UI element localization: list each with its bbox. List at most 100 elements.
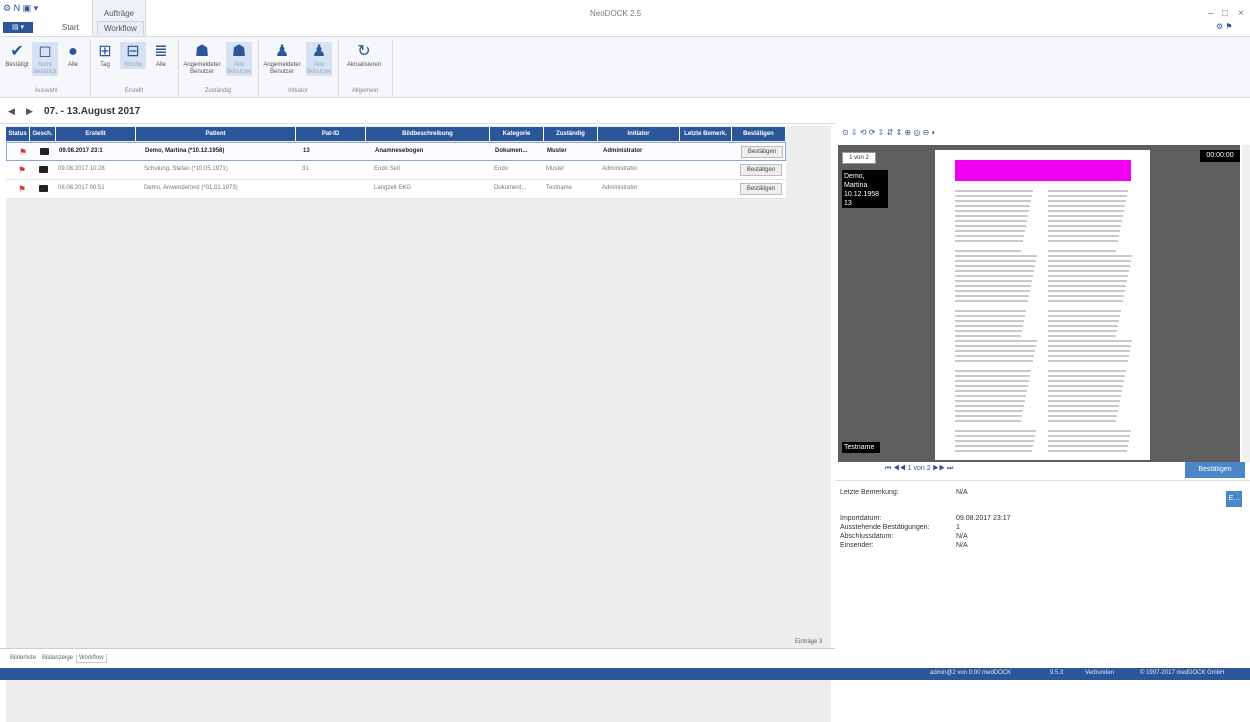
document-text-line: [1048, 290, 1125, 292]
confirm-button[interactable]: Bestätigen: [740, 164, 782, 176]
previous-week-icon[interactable]: ◀: [8, 106, 15, 117]
minimize-button[interactable]: –: [1208, 8, 1214, 19]
document-text-line: [1048, 450, 1127, 452]
close-button[interactable]: ×: [1238, 8, 1244, 19]
document-text-line: [1048, 405, 1119, 407]
bottom-tab-bar: [0, 648, 835, 670]
document-text-line: [1048, 295, 1124, 297]
check-stamp-icon: ✔: [10, 43, 24, 60]
document-text-line: [1048, 260, 1131, 262]
document-text-line: [955, 390, 1027, 392]
column-header-bildbeschreibung[interactable]: Bildbeschreibung: [366, 127, 490, 141]
initiator-logged-user-button[interactable]: ♟ Angemeldeter Benutzer: [262, 42, 302, 76]
document-text-line: [1048, 395, 1121, 397]
document-text-line: [1048, 250, 1116, 252]
document-text-line: [955, 435, 1035, 437]
group-separator: [392, 40, 393, 96]
column-header-pat-id[interactable]: Pat-ID: [296, 127, 366, 141]
document-text-line: [955, 450, 1032, 452]
document-text-line: [1048, 350, 1130, 352]
filter-all-stamp-button[interactable]: ● Alle: [60, 42, 86, 69]
document-text-line: [1048, 335, 1116, 337]
confirm-button[interactable]: Bestätigen: [741, 146, 783, 158]
document-text-line: [1048, 420, 1116, 422]
document-text-line: [955, 250, 1021, 252]
edit-remark-button[interactable]: E...: [1226, 491, 1242, 507]
assigned-all-users-button[interactable]: ☗ Alle Benutzer: [226, 42, 252, 76]
column-header-letzte-bemerkung[interactable]: Letzte Bemerk.: [680, 127, 732, 141]
filter-unconfirmed-button[interactable]: ◻ Nicht bestätigt: [32, 42, 58, 76]
column-header-kategorie[interactable]: Kategorie: [490, 127, 544, 141]
context-tab-label: Aufträge: [103, 9, 135, 18]
document-text-line: [1048, 220, 1122, 222]
document-text-line: [1048, 205, 1125, 207]
document-text-line: [1048, 410, 1118, 412]
refresh-button[interactable]: ↻ Aktualisieren: [344, 42, 384, 69]
tab-bilderliste[interactable]: Bilderliste: [8, 654, 38, 662]
next-week-icon[interactable]: ▶: [26, 106, 33, 117]
column-header-bestaetigen[interactable]: Bestätigen: [732, 127, 786, 141]
group-label-zustaendig: Zuständig: [204, 88, 232, 94]
document-text-line: [955, 340, 1037, 342]
pending-confirmations-value: 1: [956, 524, 960, 531]
document-text-line: [955, 385, 1028, 387]
document-text-line: [955, 355, 1034, 357]
application-menu-button[interactable]: ▤ ▾: [3, 22, 33, 33]
confirm-button[interactable]: Bestätigen: [740, 183, 782, 195]
column-header-initiator[interactable]: Initiator: [598, 127, 680, 141]
document-text-line: [955, 255, 1037, 257]
document-text-line: [955, 405, 1024, 407]
document-text-line: [955, 225, 1026, 227]
document-text-line: [955, 240, 1023, 242]
table-row[interactable]: ⚑ 08.08.2017 00:51 Demo, Anwendertest (*…: [6, 180, 786, 199]
filter-all-time-button[interactable]: ≣ Alle: [148, 42, 174, 69]
document-text-line: [955, 320, 1024, 322]
patient-overlay: Demo, Martina 10.12.1958 13: [842, 170, 888, 208]
filter-confirmed-button[interactable]: ✔ Bestätigt: [4, 42, 30, 69]
document-text-line: [1048, 370, 1126, 372]
column-header-patient[interactable]: Patient: [136, 127, 296, 141]
document-text-line: [955, 380, 1029, 382]
assigned-logged-user-button[interactable]: ☗ Angemeldeter Benutzer: [182, 42, 222, 76]
document-text-line: [1048, 330, 1117, 332]
document-text-line: [1048, 355, 1129, 357]
date-range-title: 07. - 13.August 2017: [44, 106, 141, 117]
tab-start[interactable]: Start: [56, 21, 85, 34]
pending-confirmations-label: Ausstehende Bestätigungen:: [840, 524, 930, 531]
column-header-status[interactable]: Status: [6, 127, 30, 141]
preview-scrollbar[interactable]: [1242, 145, 1250, 462]
column-header-erstellt[interactable]: Erstellt: [56, 127, 136, 141]
quick-access-toolbar[interactable]: ⚙ N ▣ ▾: [3, 3, 38, 14]
table-row[interactable]: ⚑ 09.08.2017 23:1 Demo, Martina (*10.12.…: [6, 142, 786, 161]
page-navigation[interactable]: ⏮ ◀◀ 1 von 2 ▶▶ ⏭: [885, 465, 975, 473]
filter-week-button[interactable]: ⊟ Woche: [120, 42, 146, 69]
import-date-value: 09.08.2017 23:17: [956, 515, 1011, 522]
document-text-line: [1048, 270, 1129, 272]
entry-count: Einträge 3: [795, 639, 823, 645]
column-header-gesch[interactable]: Gesch.: [30, 127, 56, 141]
tab-workflow-bottom[interactable]: Workflow: [76, 654, 107, 663]
document-text-line: [955, 295, 1029, 297]
tab-bildanzeige[interactable]: Bildanzeige: [40, 654, 75, 662]
submitter-label: Einsender:: [840, 542, 874, 549]
document-text-line: [1048, 230, 1120, 232]
document-text-line: [955, 195, 1032, 197]
document-text-line: [955, 350, 1035, 352]
author-overlay: Testname: [842, 442, 880, 453]
settings-icon[interactable]: ⚙ ⚑: [1216, 22, 1233, 31]
document-text-line: [955, 275, 1033, 277]
document-text-line: [1048, 400, 1120, 402]
document-text-line: [1048, 435, 1130, 437]
filter-day-button[interactable]: ⊞ Tag: [92, 42, 118, 69]
confirm-preview-button[interactable]: Bestätigen: [1185, 462, 1245, 478]
column-header-zustaendig[interactable]: Zuständig: [544, 127, 598, 141]
maximize-button[interactable]: □: [1222, 8, 1228, 19]
document-text-line: [955, 430, 1036, 432]
preview-tool-icons[interactable]: ⊙ ⇩ ⟲ ⟳ ⇳ ⇵ ⇕ ⊕ ◎ ⊖ ◐: [842, 128, 936, 137]
tab-workflow[interactable]: Workflow: [97, 21, 144, 35]
table-row[interactable]: ⚑ 09.08.2017 10:28 Schulung, Stefan (*10…: [6, 161, 786, 180]
document-text-line: [1048, 235, 1119, 237]
document-text-line: [955, 335, 1021, 337]
initiator-all-users-button[interactable]: ♟ Alle Benutzer: [306, 42, 332, 76]
document-text-line: [955, 205, 1030, 207]
